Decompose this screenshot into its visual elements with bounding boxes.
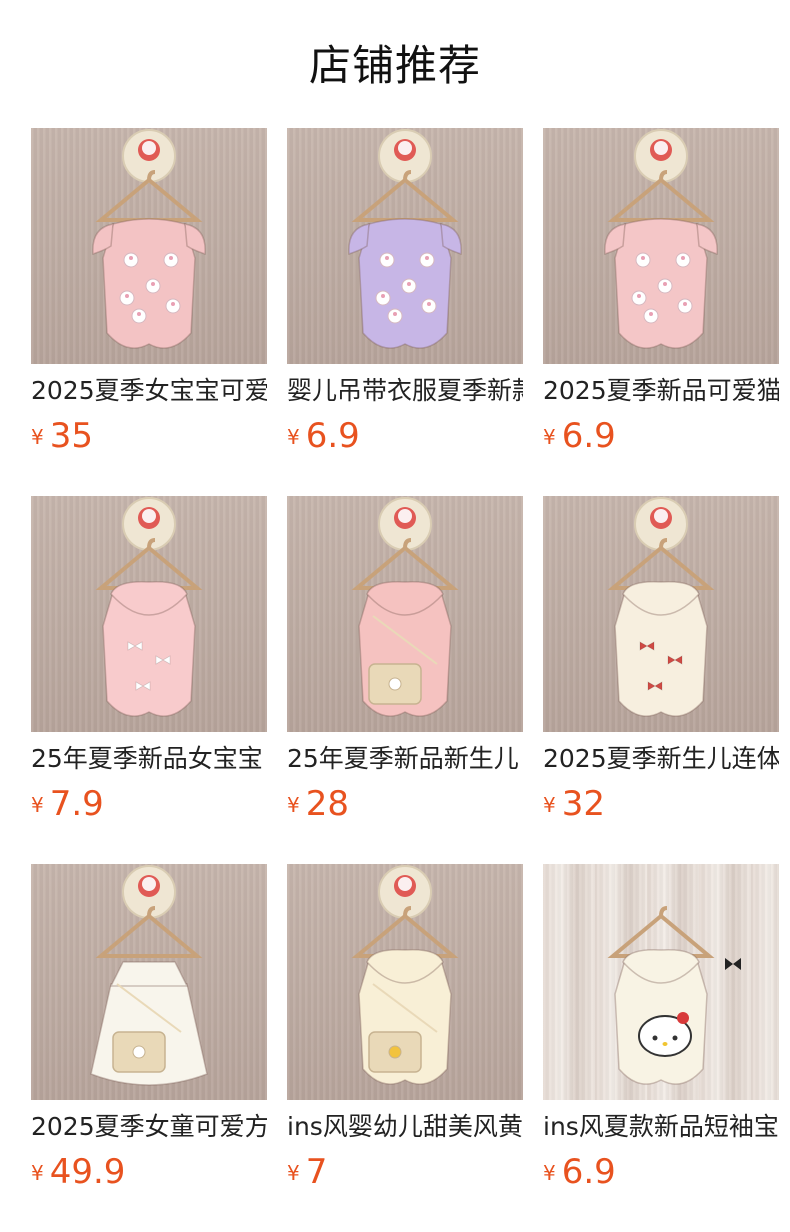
currency-symbol: ¥ xyxy=(543,425,556,449)
product-illustration xyxy=(351,497,459,717)
price-value: 32 xyxy=(561,784,605,824)
section-title: 店铺推荐 xyxy=(308,41,481,90)
currency-symbol: ¥ xyxy=(31,425,44,449)
currency-symbol: ¥ xyxy=(287,425,300,449)
hanger xyxy=(95,906,203,958)
product-name[interactable]: 2025夏季新生儿连体 xyxy=(543,742,779,776)
price-value: 6.9 xyxy=(561,1152,616,1192)
currency-symbol: ¥ xyxy=(287,793,300,817)
price-value: 7.9 xyxy=(49,784,104,824)
product-card[interactable]: 25年夏季新品女宝宝 ¥7.9 xyxy=(31,496,267,824)
product-price: ¥6.9 xyxy=(543,414,616,458)
hanger xyxy=(351,906,459,958)
product-name[interactable]: 2025夏季女宝宝可爱 xyxy=(31,374,267,408)
product-image[interactable] xyxy=(287,496,523,732)
product-card[interactable]: 2025夏季新生儿连体 ¥32 xyxy=(543,496,779,824)
hanger xyxy=(351,170,459,222)
hanger xyxy=(607,906,715,958)
hanger xyxy=(351,538,459,590)
hanger xyxy=(95,538,203,590)
price-value: 7 xyxy=(305,1152,328,1192)
currency-symbol: ¥ xyxy=(31,793,44,817)
product-name[interactable]: 2025夏季女童可爱方 xyxy=(31,1110,267,1144)
garment xyxy=(614,581,708,717)
product-image[interactable] xyxy=(543,128,779,364)
product-price: ¥35 xyxy=(31,414,93,458)
product-price: ¥7.9 xyxy=(31,782,104,826)
product-card[interactable]: 25年夏季新品新生儿 ¥28 xyxy=(287,496,523,824)
product-price: ¥49.9 xyxy=(31,1150,125,1194)
price-value: 6.9 xyxy=(561,416,616,456)
product-illustration xyxy=(90,865,208,1086)
shop-recommendations-page: 店铺推荐 2025夏季女宝宝可爱 ¥35 婴儿吊带衣服夏季新款 ¥6.9 2025夏季新… xyxy=(0,0,790,1232)
product-name[interactable]: ins风婴幼儿甜美风黄 xyxy=(287,1110,523,1144)
currency-symbol: ¥ xyxy=(31,1161,44,1185)
product-price: ¥7 xyxy=(287,1150,327,1194)
product-illustration xyxy=(348,129,462,349)
hanger xyxy=(607,538,715,590)
hanger xyxy=(607,170,715,222)
product-image[interactable] xyxy=(31,864,267,1100)
price-value: 49.9 xyxy=(49,1152,126,1192)
product-card[interactable]: 2025夏季女童可爱方 ¥49.9 xyxy=(31,864,267,1192)
price-value: 28 xyxy=(305,784,349,824)
product-illustration xyxy=(607,906,741,1085)
product-illustration xyxy=(351,865,459,1085)
price-value: 35 xyxy=(49,416,93,456)
product-price: ¥32 xyxy=(543,782,605,826)
product-price: ¥6.9 xyxy=(287,414,360,458)
product-illustration xyxy=(92,129,206,349)
product-name[interactable]: ins风夏款新品短袖宝 xyxy=(543,1110,779,1144)
price-value: 6.9 xyxy=(305,416,360,456)
product-price: ¥6.9 xyxy=(543,1150,616,1194)
product-image[interactable] xyxy=(31,128,267,364)
product-name[interactable]: 婴儿吊带衣服夏季新款 xyxy=(287,374,523,408)
product-image[interactable] xyxy=(287,864,523,1100)
product-image[interactable] xyxy=(543,496,779,732)
product-image[interactable] xyxy=(543,864,779,1100)
product-illustration xyxy=(95,497,203,717)
product-grid: 2025夏季女宝宝可爱 ¥35 婴儿吊带衣服夏季新款 ¥6.9 2025夏季新品可爱猫 ¥… xyxy=(31,128,790,1192)
currency-symbol: ¥ xyxy=(543,793,556,817)
currency-symbol: ¥ xyxy=(287,1161,300,1185)
product-name[interactable]: 25年夏季新品新生儿 xyxy=(287,742,523,776)
hanger xyxy=(95,170,203,222)
currency-symbol: ¥ xyxy=(543,1161,556,1185)
product-illustration xyxy=(604,129,718,349)
product-name[interactable]: 25年夏季新品女宝宝 xyxy=(31,742,267,776)
product-name[interactable]: 2025夏季新品可爱猫 xyxy=(543,374,779,408)
product-price: ¥28 xyxy=(287,782,349,826)
product-card[interactable]: 2025夏季女宝宝可爱 ¥35 xyxy=(31,128,267,456)
product-card[interactable]: ins风夏款新品短袖宝 ¥6.9 xyxy=(543,864,779,1192)
garment xyxy=(102,581,196,717)
product-card[interactable]: 婴儿吊带衣服夏季新款 ¥6.9 xyxy=(287,128,523,456)
product-card[interactable]: 2025夏季新品可爱猫 ¥6.9 xyxy=(543,128,779,456)
product-image[interactable] xyxy=(287,128,523,364)
product-illustration xyxy=(607,497,715,717)
product-image[interactable] xyxy=(31,496,267,732)
product-card[interactable]: ins风婴幼儿甜美风黄 ¥7 xyxy=(287,864,523,1192)
